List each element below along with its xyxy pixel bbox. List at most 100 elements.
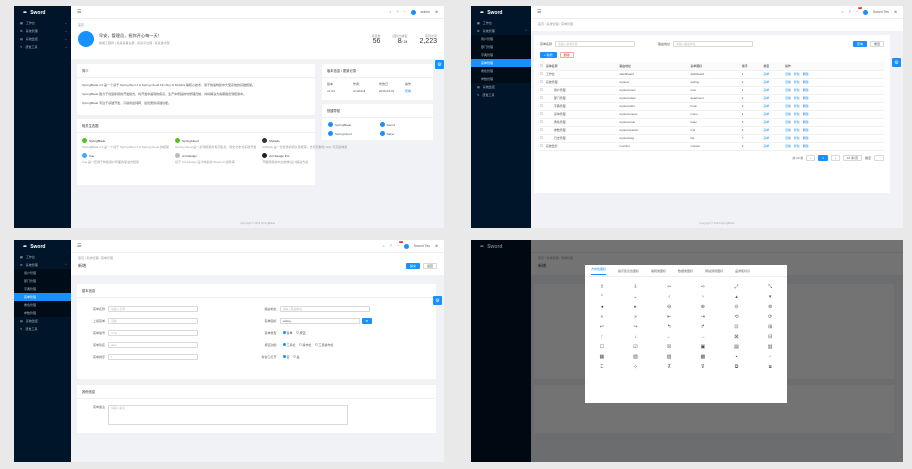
view-link[interactable]: 查看	[785, 88, 791, 92]
quick-link[interactable]: Sword	[379, 122, 428, 127]
ecosystem-item[interactable]: Vue Vue 是一套用于构建用户界面的渐进式框架	[82, 153, 169, 164]
icon-option[interactable]: →	[686, 333, 720, 342]
radio[interactable]	[295, 331, 299, 334]
sidebar-item-workbench[interactable]: ▦ 工作台 ⌄	[14, 19, 71, 27]
sidebar-item-monitor[interactable]: ▤ 系统监控 ⌄	[14, 35, 71, 43]
bell-icon[interactable]: ◔	[403, 10, 405, 14]
view-link[interactable]: 查看	[785, 128, 791, 132]
table-row[interactable]: 字典管理/system/dict book 3 菜单 查看 修改 删除	[540, 102, 884, 111]
view-link[interactable]: 查看	[405, 89, 428, 93]
goto-input[interactable]	[874, 154, 884, 161]
icon-option[interactable]: ⊙	[720, 303, 754, 312]
row-checkbox[interactable]	[540, 144, 543, 147]
icon-option[interactable]: ☐	[585, 343, 619, 352]
icon-option[interactable]: ⌶	[585, 363, 619, 372]
table-row[interactable]: 参数管理/system/param tool 6 菜单 查看 修改 删除	[540, 126, 884, 135]
tab-brand[interactable]: 品牌和标识	[735, 269, 750, 273]
sidebar-item-role[interactable]: 角色管理	[471, 67, 531, 75]
icon-option[interactable]: ⊚	[753, 303, 787, 312]
ecosystem-item[interactable]: SpringCloud Spring Cloud 是一系列框架的有序集合，简化分布…	[175, 138, 256, 149]
delete-link[interactable]: 删除	[803, 104, 809, 108]
view-link[interactable]: 查看	[785, 144, 791, 148]
sidebar-item-tools[interactable]: ✎ 研发工具	[14, 325, 71, 333]
row-checkbox[interactable]	[540, 96, 543, 99]
quick-link[interactable]: SpringCloud	[328, 131, 376, 136]
prev-page-button[interactable]: ‹	[806, 154, 816, 161]
icon-option[interactable]: ↰	[652, 323, 686, 332]
remark-textarea[interactable]: 请输入备注	[108, 405, 348, 425]
select-all-checkbox[interactable]	[540, 63, 543, 67]
icon-option[interactable]: ▩	[686, 353, 720, 362]
delete-link[interactable]: 删除	[803, 136, 809, 140]
query-button[interactable]: 查询	[852, 41, 867, 47]
row-checkbox[interactable]	[540, 88, 543, 91]
sidebar-item-menu[interactable]: 菜单管理	[471, 59, 531, 67]
view-link[interactable]: 查看	[785, 112, 791, 116]
icon-option[interactable]: ▥	[753, 343, 787, 352]
avatar[interactable]	[403, 243, 409, 249]
delete-link[interactable]: 删除	[803, 144, 809, 148]
question-icon[interactable]: ?	[849, 10, 851, 14]
icon-option[interactable]: ▫	[753, 353, 787, 362]
route-input[interactable]: 请输入路由地址	[673, 41, 754, 47]
sidebar-item-system[interactable]: ⚙ 系统管理 ⌃	[471, 27, 531, 35]
icon-option[interactable]: ▦	[585, 353, 619, 362]
radio[interactable]	[282, 343, 286, 346]
table-row[interactable]: 菜单管理/system/menu menu 4 菜单 查看 修改 删除	[540, 110, 884, 119]
icon-option[interactable]: ⊽	[686, 363, 720, 372]
row-checkbox[interactable]	[540, 104, 543, 107]
icon-option[interactable]: ⇦	[652, 283, 686, 292]
page-size-select[interactable]: 10 条/页	[842, 154, 862, 161]
table-row[interactable]: 工作台/dashboard dashboard 1 菜单 查看 修改 删除	[540, 70, 884, 79]
user-name[interactable]: Sword Tes	[873, 10, 889, 14]
delete-link[interactable]: 删除	[803, 112, 809, 116]
tab-general[interactable]: 网站通用图标	[705, 269, 723, 273]
global-icon[interactable]: ⊕	[894, 10, 897, 14]
setting-drawer-button[interactable]: ⚙	[892, 58, 901, 67]
edit-link[interactable]: 修改	[794, 136, 800, 140]
sidebar-item-param[interactable]: 参数管理	[14, 309, 71, 317]
icon-option[interactable]: ←	[652, 333, 686, 342]
sidebar-item-system[interactable]: ⚙ 系统管理 ⌃	[14, 261, 71, 269]
sidebar-item-tools[interactable]: ✎ 研发工具 ⌄	[14, 43, 71, 51]
icon-option[interactable]: ⇥	[686, 313, 720, 322]
sidebar-item-dict[interactable]: 字典管理	[471, 51, 531, 59]
table-row[interactable]: 系统监控/monitor monitor 3 菜单 查看 修改 删除	[540, 142, 884, 151]
icon-option[interactable]: ↪	[619, 323, 653, 332]
search-icon[interactable]: ⌕	[389, 10, 391, 14]
question-icon[interactable]: ?	[396, 10, 398, 14]
icon-option[interactable]: ⊖	[652, 303, 686, 312]
icon-option[interactable]: »	[619, 313, 653, 322]
quick-link[interactable]: Saber	[379, 131, 428, 136]
user-name[interactable]: Sword Tes	[414, 244, 430, 248]
table-row[interactable]: 日志管理/system/log file 7 菜单 查看 修改 删除	[540, 134, 884, 143]
icon-option[interactable]: ⟲	[720, 313, 754, 322]
menu-fold-icon[interactable]: ☰	[77, 9, 81, 15]
sidebar-item-workbench[interactable]: ▦ 工作台	[14, 253, 71, 261]
radio[interactable]	[282, 331, 286, 334]
delete-button[interactable]: 删除	[559, 52, 574, 58]
icon-option[interactable]: ↑	[585, 333, 619, 342]
tab-data[interactable]: 数据类图标	[678, 269, 693, 273]
avatar[interactable]	[410, 9, 416, 15]
edit-link[interactable]: 修改	[794, 80, 800, 84]
view-link[interactable]: 查看	[785, 136, 791, 140]
page-button[interactable]: 1	[818, 154, 828, 161]
icon-option[interactable]: ▸	[619, 303, 653, 312]
sidebar-item-workbench[interactable]: ▦ 工作台	[471, 19, 531, 27]
icon-picker-button[interactable]: ⚙	[361, 317, 373, 324]
sidebar-item-user[interactable]: 用户管理	[471, 35, 531, 43]
icon-option[interactable]: ⊕	[686, 303, 720, 312]
radio[interactable]	[282, 355, 286, 358]
edit-link[interactable]: 修改	[794, 120, 800, 124]
icon-option[interactable]: ↓	[619, 333, 653, 342]
icon-option[interactable]: ⧈	[753, 363, 787, 372]
icon-option[interactable]: ⊞	[753, 323, 787, 332]
bell-icon[interactable]: ◔ 37	[856, 7, 863, 14]
bell-icon[interactable]: ◔ 37	[397, 241, 404, 248]
icon-option[interactable]: ⧉	[720, 363, 754, 372]
question-icon[interactable]: ?	[390, 244, 392, 248]
edit-link[interactable]: 修改	[794, 96, 800, 100]
reset-button[interactable]: 重置	[869, 41, 884, 47]
table-row[interactable]: 用户管理/system/user user 1 菜单 查看 修改 删除	[540, 86, 884, 95]
